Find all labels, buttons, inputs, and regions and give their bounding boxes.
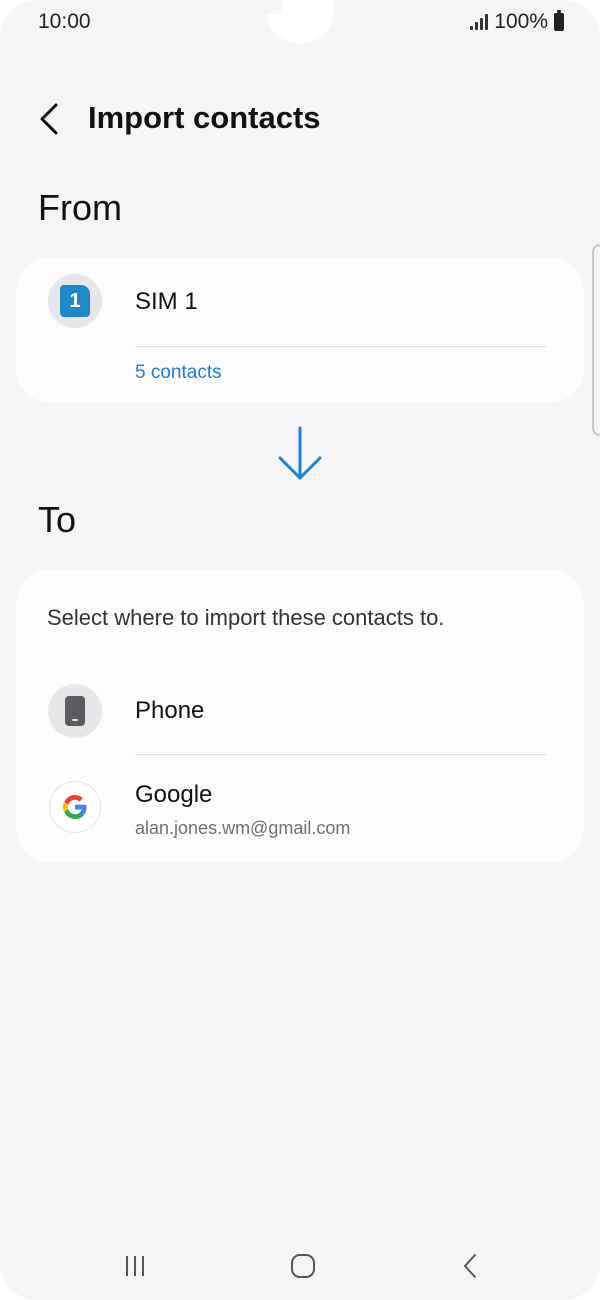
back-icon (464, 1254, 476, 1278)
google-icon (63, 795, 87, 819)
google-account-email: alan.jones.wm@gmail.com (135, 818, 351, 838)
source-card[interactable]: 1 SIM 1 5 contacts (16, 258, 584, 402)
divider (135, 754, 546, 755)
screen: 10:00 100% Import contacts From 1 SIM 1 … (0, 0, 600, 1300)
option-google[interactable]: Google alan.jones.wm@gmail.com (16, 756, 584, 856)
back-button[interactable] (36, 99, 64, 139)
destination-card: Select where to import these contacts to… (16, 570, 584, 862)
navigation-bar (0, 1230, 600, 1300)
home-button[interactable] (283, 1248, 323, 1284)
status-time: 10:00 (38, 10, 91, 33)
arrow-down-icon (278, 426, 322, 480)
phone-avatar (48, 684, 102, 738)
option-label: Phone (135, 697, 205, 724)
source-name: SIM 1 (135, 288, 198, 315)
recents-icon (126, 1256, 144, 1276)
camera-notch (266, 0, 334, 44)
battery-percent: 100% (494, 10, 548, 33)
battery-icon (554, 10, 564, 31)
edge-panel-handle[interactable] (592, 244, 600, 436)
contacts-count-link[interactable]: 5 contacts (135, 362, 222, 384)
option-label: Google (135, 781, 213, 808)
to-heading: To (38, 499, 77, 540)
divider (135, 346, 546, 347)
back-nav-button[interactable] (451, 1248, 491, 1284)
page-title: Import contacts (88, 100, 321, 135)
sim-avatar: 1 (48, 274, 102, 328)
signal-icon (470, 14, 489, 30)
option-phone[interactable]: Phone (16, 668, 584, 754)
home-icon (291, 1254, 315, 1278)
google-avatar (50, 782, 100, 832)
destination-prompt: Select where to import these contacts to… (47, 605, 445, 630)
chevron-left-icon (40, 103, 58, 135)
from-heading: From (38, 187, 122, 228)
recents-button[interactable] (115, 1248, 155, 1284)
sim-card-icon: 1 (60, 285, 90, 317)
phone-icon (65, 696, 85, 726)
status-icons: 100% (470, 10, 564, 34)
